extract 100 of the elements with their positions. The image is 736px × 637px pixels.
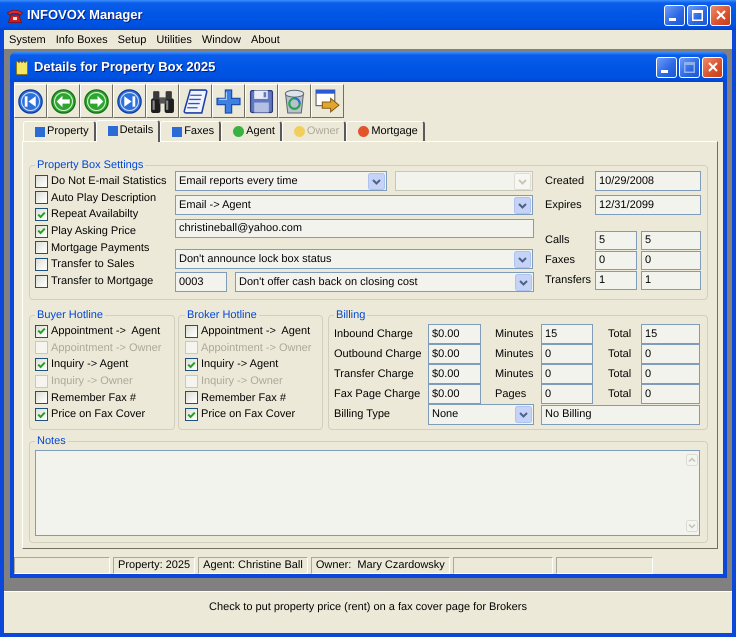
close-button[interactable] (710, 4, 731, 26)
field-label: Total (607, 346, 632, 362)
field-label: Fax Page Charge (334, 386, 422, 402)
checkbox-label: Appointment -> Owner (201, 340, 312, 356)
menu-item[interactable]: About (251, 32, 280, 48)
toolbar-button[interactable] (80, 84, 113, 118)
checkbox-label: Remember Fax # (51, 390, 136, 406)
checkbox-label: Inquiry -> Agent (51, 357, 128, 372)
toolbar-button[interactable] (113, 84, 146, 118)
chevron-down-icon[interactable] (514, 196, 531, 214)
tab[interactable]: Mortgage (346, 121, 425, 141)
chevron-down-icon[interactable] (514, 250, 531, 268)
minimize-button[interactable] (656, 56, 677, 78)
text-field[interactable]: 12/31/2099 (595, 195, 701, 215)
menu-item[interactable]: Setup (118, 32, 146, 48)
status-text: Owner: Mary Czardowsky (310, 557, 450, 574)
checkbox[interactable] (35, 324, 48, 338)
group-title: Broker Hotline (186, 309, 258, 321)
close-icon (716, 10, 726, 20)
text-field[interactable]: $0.00 (428, 344, 481, 364)
text-field[interactable]: 15 (641, 324, 700, 344)
tab[interactable]: Details (96, 120, 160, 142)
checkbox[interactable] (35, 241, 48, 254)
text-field[interactable]: 0 (641, 384, 700, 404)
menu-item[interactable]: System (9, 32, 46, 48)
text-field[interactable]: 1 (641, 271, 701, 290)
menu-item[interactable]: Info Boxes (56, 32, 108, 48)
text-field[interactable]: $0.00 (428, 324, 481, 344)
text-field[interactable]: 5 (595, 231, 637, 250)
text-field[interactable]: christineball@yahoo.com (175, 219, 534, 238)
text-field[interactable]: 10/29/2008 (595, 171, 701, 191)
minimize-icon (661, 70, 668, 72)
dropdown[interactable]: None (428, 404, 534, 425)
tab[interactable]: Faxes (160, 121, 222, 141)
chevron-down-icon[interactable] (515, 274, 532, 290)
chevron-down-icon[interactable] (515, 406, 532, 423)
group-title: Notes (36, 435, 67, 447)
skip-to-end-icon (117, 88, 142, 114)
toolbar-button[interactable] (245, 84, 278, 118)
checkbox[interactable] (35, 408, 48, 422)
field-label: Minutes (494, 326, 535, 342)
maximize-icon (692, 10, 703, 20)
text-field[interactable]: $0.00 (428, 384, 481, 404)
field-label: Total (607, 386, 632, 402)
text-field[interactable]: 5 (641, 231, 701, 250)
toolbar-button[interactable] (14, 84, 47, 118)
checkbox[interactable] (185, 324, 198, 338)
maximize-button[interactable] (687, 4, 708, 26)
dropdown[interactable]: Email -> Agent (175, 195, 533, 215)
toolbar-button[interactable] (146, 84, 179, 118)
text-field[interactable]: 0 (641, 364, 700, 384)
text-field[interactable]: No Billing (541, 404, 700, 424)
checkbox-label: Mortgage Payments (51, 240, 150, 256)
dropdown[interactable]: Don't offer cash back on closing cost (235, 272, 534, 292)
checkbox[interactable] (35, 391, 48, 404)
checkbox-label: Inquiry -> Owner (51, 374, 133, 390)
tab[interactable]: Property (23, 121, 96, 141)
text-field[interactable]: 0003 (175, 272, 227, 292)
checkbox[interactable] (35, 208, 48, 222)
checkbox[interactable] (35, 274, 48, 288)
checkbox-label: Inquiry -> Agent (201, 357, 278, 372)
text-field[interactable]: 15 (541, 324, 593, 344)
checkbox[interactable] (185, 391, 198, 404)
menu-item[interactable]: Window (202, 32, 241, 48)
checkbox[interactable] (35, 358, 48, 372)
text-field[interactable]: 0 (641, 344, 700, 364)
checkbox-label: Auto Play Description (51, 190, 156, 206)
tab[interactable]: Agent (221, 121, 282, 141)
text-field[interactable]: 0 (541, 364, 593, 384)
minimize-button[interactable] (664, 4, 685, 26)
text-field[interactable]: 0 (641, 251, 701, 270)
checkbox[interactable] (185, 408, 198, 422)
field-label: Inbound Charge (334, 326, 414, 342)
notepad-icon (16, 59, 28, 75)
text-field[interactable]: $0.00 (428, 364, 481, 384)
toolbar-button[interactable] (212, 84, 245, 118)
checkbox[interactable] (185, 358, 198, 372)
dropdown[interactable]: Don't announce lock box status (175, 249, 533, 269)
checkmark-icon (37, 360, 46, 369)
field-label: Expires (545, 198, 583, 213)
dropdown[interactable]: Email reports every time (175, 171, 387, 191)
checkbox[interactable] (35, 174, 48, 188)
checkbox[interactable] (35, 224, 48, 238)
toolbar-button[interactable] (179, 84, 212, 118)
text-field[interactable]: 0 (541, 344, 593, 364)
field-label: Faxes (545, 253, 576, 268)
toolbar-button[interactable] (47, 84, 80, 118)
checkbox[interactable] (35, 191, 48, 204)
text-field[interactable]: 0 (595, 251, 637, 270)
menu-item[interactable]: Utilities (156, 32, 192, 48)
text-field[interactable]: 0 (541, 384, 593, 404)
checkbox-label: Price on Fax Cover (51, 407, 146, 422)
text-field[interactable]: 1 (595, 271, 637, 290)
checkbox[interactable] (35, 258, 48, 272)
close-button[interactable] (702, 56, 723, 78)
group-title: Property Box Settings (36, 159, 144, 171)
field-label: Minutes (494, 366, 535, 382)
checkbox-label: Appointment -> Agent (201, 324, 310, 340)
toolbar-button[interactable] (311, 84, 344, 118)
chevron-down-icon[interactable] (368, 172, 385, 190)
